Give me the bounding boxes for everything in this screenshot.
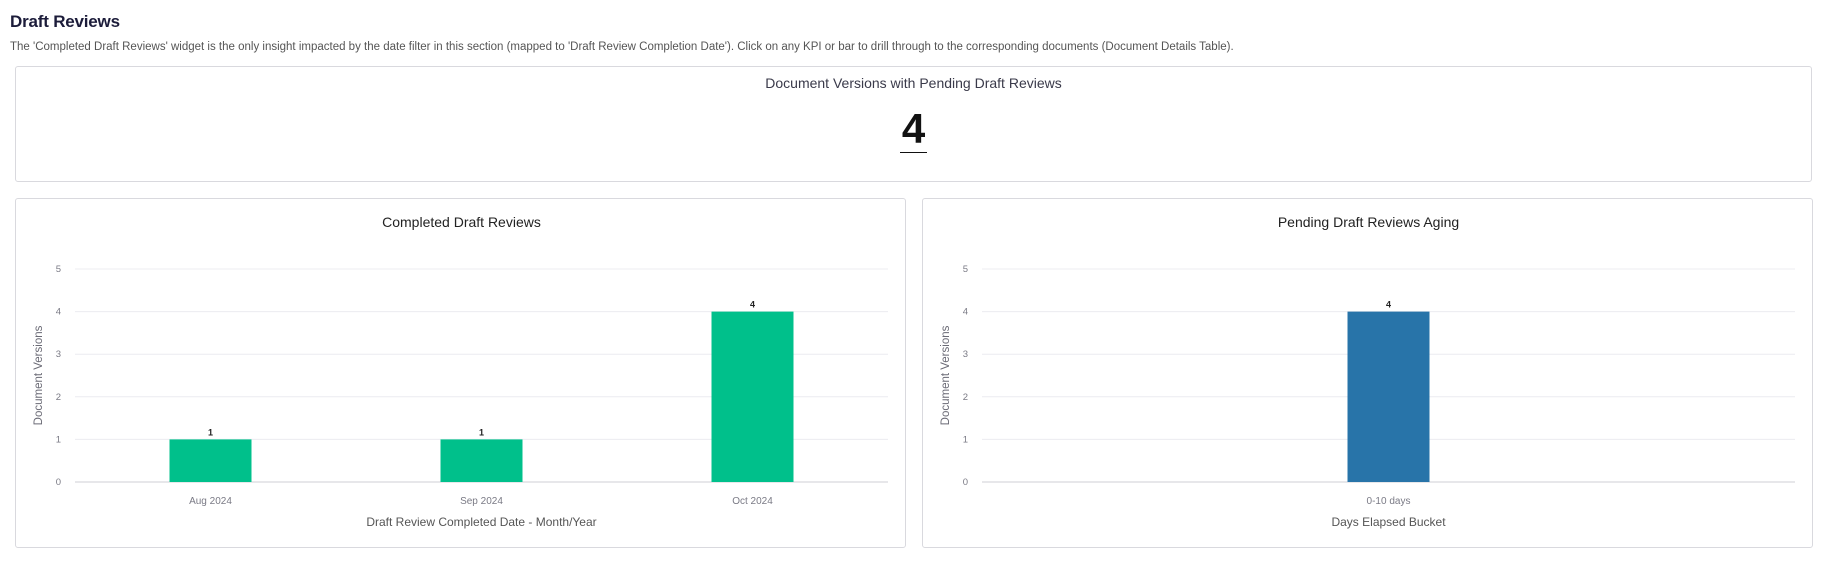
x-axis-label: Days Elapsed Bucket	[1331, 515, 1446, 529]
bar-data-label: 4	[1386, 300, 1391, 310]
y-axis-label: Document Versions	[33, 325, 45, 425]
y-axis-label: Document Versions	[940, 325, 952, 425]
chart-title: Completed Draft Reviews	[382, 214, 541, 230]
x-tick-label: Oct 2024	[732, 496, 773, 507]
bar[interactable]	[169, 439, 252, 482]
y-tick-label: 3	[56, 349, 61, 360]
y-tick-label: 2	[963, 392, 968, 403]
bar-data-label: 4	[750, 300, 755, 310]
y-tick-label: 1	[963, 434, 968, 445]
kpi-card-pending-draft-reviews[interactable]: Document Versions with Pending Draft Rev…	[15, 66, 1812, 182]
bar[interactable]	[1347, 311, 1430, 482]
section-description: The 'Completed Draft Reviews' widget is …	[10, 41, 1234, 53]
y-tick-label: 5	[963, 264, 968, 275]
y-tick-label: 2	[56, 392, 61, 403]
pending-draft-reviews-aging-chart: Pending Draft Reviews Aging 0 1 2 3 4 5 Documen…	[940, 214, 1795, 529]
y-tick-label: 3	[963, 349, 968, 360]
x-tick-label: 0-10 days	[1367, 496, 1411, 507]
completed-draft-reviews-card: Completed Draft Reviews 0 1 2 3 4 5 Document Ve…	[15, 198, 906, 548]
chart-title: Pending Draft Reviews Aging	[1278, 214, 1459, 230]
y-tick-label: 0	[56, 477, 61, 488]
pending-draft-reviews-aging-card: Pending Draft Reviews Aging 0 1 2 3 4 5 Documen…	[922, 198, 1813, 548]
bar-data-label: 1	[208, 427, 213, 437]
x-tick-label: Aug 2024	[189, 496, 232, 507]
x-axis-label: Draft Review Completed Date - Month/Year	[366, 515, 596, 529]
y-tick-label: 1	[56, 434, 61, 445]
section-title: Draft Reviews	[10, 12, 120, 31]
completed-draft-reviews-chart: Completed Draft Reviews 0 1 2 3 4 5 Document Ve…	[33, 214, 888, 529]
y-tick-label: 4	[56, 307, 61, 318]
y-tick-label: 0	[963, 477, 968, 488]
kpi-title: Document Versions with Pending Draft Rev…	[765, 75, 1062, 91]
bar[interactable]	[440, 439, 523, 482]
y-tick-label: 5	[56, 264, 61, 275]
kpi-value-wrapper: 4	[16, 106, 1811, 153]
kpi-value[interactable]: 4	[899, 106, 928, 153]
x-tick-label: Sep 2024	[460, 496, 503, 507]
y-tick-label: 4	[963, 307, 968, 318]
bar[interactable]	[711, 311, 794, 482]
bar-data-label: 1	[479, 427, 484, 437]
